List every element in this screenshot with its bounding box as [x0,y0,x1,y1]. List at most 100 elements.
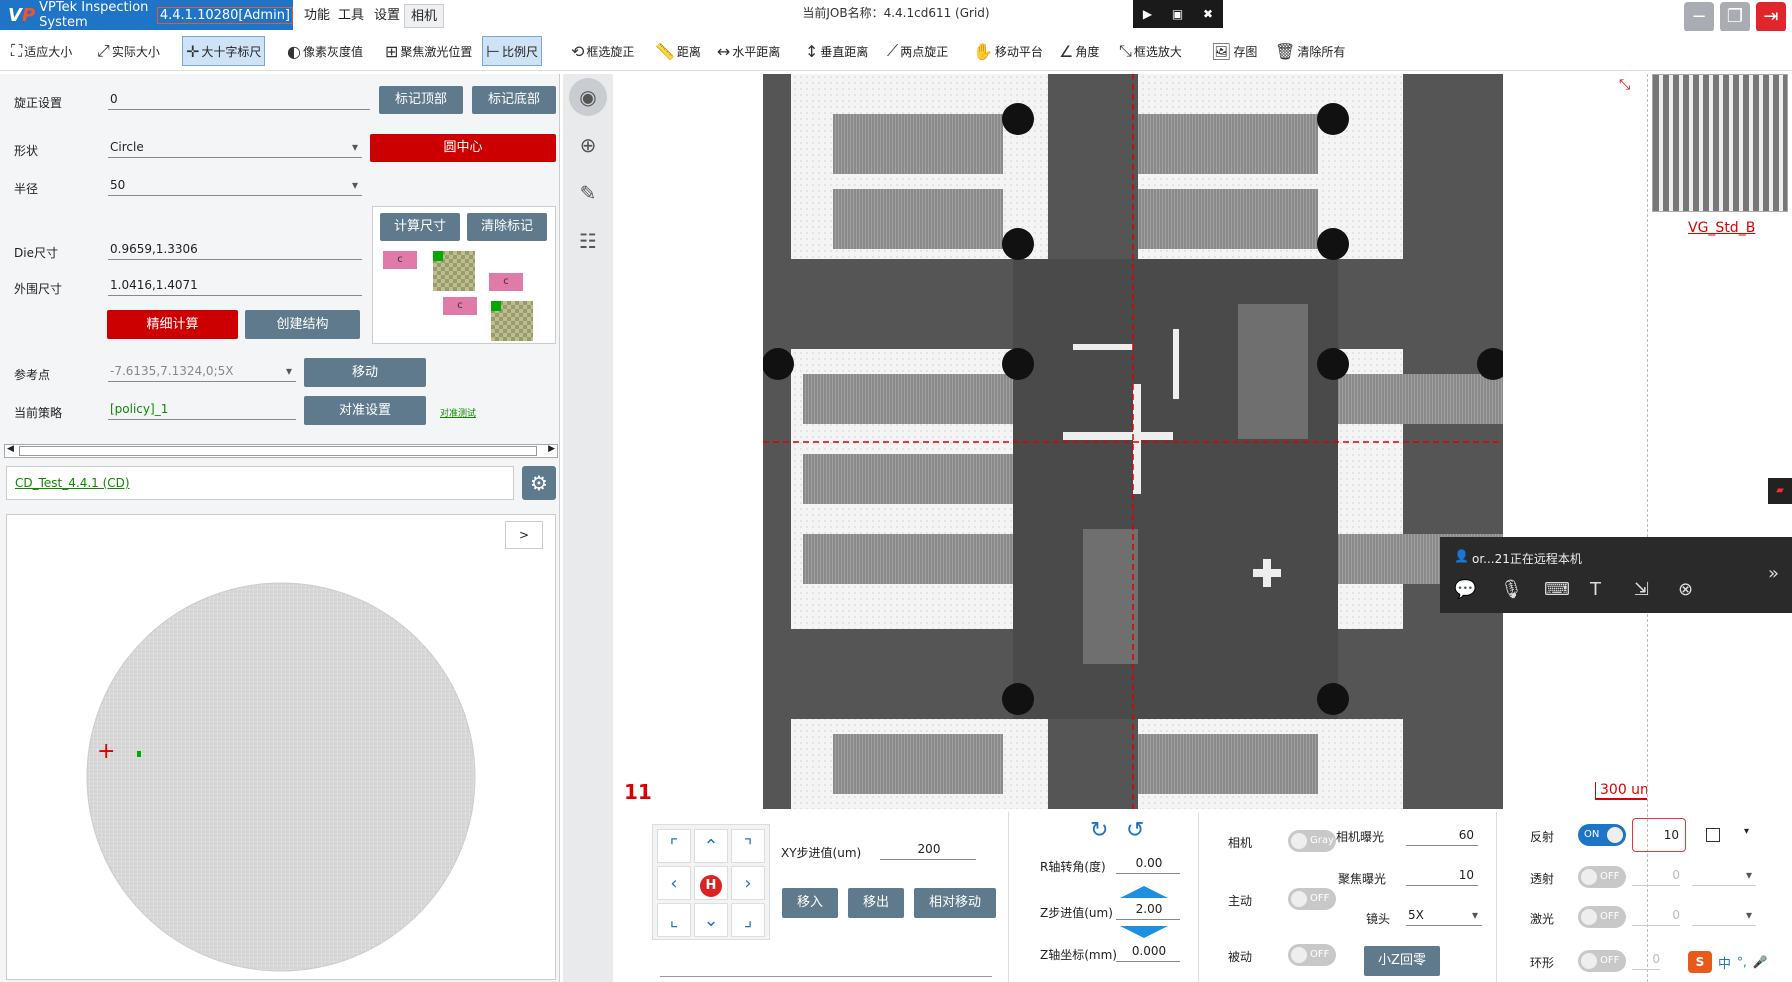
transmit-input[interactable]: 0 [1632,864,1680,886]
screen-icon[interactable]: ▣ [1172,7,1183,21]
relative-move-button[interactable]: 相对移动 [914,888,996,918]
two-point-rotate-tool[interactable]: ⟋ 两点旋正 [884,36,951,66]
keyboard-icon[interactable]: ⌨ [1544,579,1570,600]
minimize-button[interactable]: − [1684,2,1714,32]
side-flag-icon[interactable]: ▰ [1768,478,1792,504]
exit-button[interactable]: ⇥ [1756,2,1786,32]
fit-size-tool[interactable]: ⛶ 适应大小 [8,36,75,66]
recipe-link[interactable]: CD_Test_4.4.1 (CD) [15,476,130,490]
maximize-button[interactable]: ❐ [1720,2,1750,32]
transmit-select[interactable] [1692,864,1756,886]
refresh-settings-button[interactable]: ⚙ [522,466,556,500]
align-test-link[interactable]: 对准测试 [440,406,476,419]
horizontal-scrollbar[interactable]: ◀ ▶ [4,444,558,458]
up-arrow-icon[interactable]: ⌃ [694,829,728,863]
wafer-map[interactable] [81,581,481,973]
laser-input[interactable]: 0 [1632,904,1680,926]
scroll-thumb[interactable] [19,446,537,456]
outer-size-input[interactable]: 1.0416,1.4071 [108,274,362,296]
move-in-button[interactable]: 移入 [782,888,838,918]
clear-mark-button[interactable]: 清除标记 [467,213,547,241]
rotate-cw-icon[interactable]: ↺ [1126,818,1144,843]
ref-point-select[interactable]: -7.6135,7.1324,0;5X [108,360,296,382]
text-icon[interactable]: T [1590,579,1601,600]
scroll-right-icon[interactable]: ▶ [548,444,555,454]
vertical-distance-tool[interactable]: ↕ 垂直距离 [802,36,871,66]
clear-all-tool[interactable]: 🗑 清除所有 [1272,36,1348,66]
calc-size-button[interactable]: 计算尺寸 [380,213,460,241]
camera-gray-toggle[interactable]: Gray [1288,830,1336,852]
active-toggle[interactable]: OFF [1288,888,1336,910]
r-axis-input[interactable]: 0.00 [1116,852,1180,874]
xy-step-input[interactable]: 200 [880,838,976,860]
down-arrow-icon[interactable]: ⌄ [694,903,728,937]
ring-toggle[interactable]: OFF [1578,950,1626,972]
ime-chinese-mode[interactable]: 中 [1718,953,1731,972]
policy-input[interactable]: [policy]_1 [108,398,296,420]
z-step-input[interactable]: 2.00 [1116,898,1180,920]
mic-icon[interactable]: 🎙 [1500,579,1523,600]
measure-icon[interactable]: ✎ [569,174,607,212]
small-z-zero-button[interactable]: 小Z回零 [1364,946,1440,976]
scroll-left-icon[interactable]: ◀ [7,444,14,454]
right-arrow-icon[interactable]: › [731,866,765,900]
passive-toggle[interactable]: OFF [1288,944,1336,966]
down-right-icon[interactable]: ⌟ [731,903,765,937]
shape-select[interactable]: Circle [108,136,362,158]
scale-bar-tool[interactable]: ⊢ 比例尺 [482,36,542,66]
angle-tool[interactable]: ∠ 角度 [1056,36,1102,66]
transmit-toggle[interactable]: OFF [1578,866,1626,888]
move-stage-tool[interactable]: ✋ 移动平台 [970,36,1046,66]
overview-thumbnail[interactable] [1652,74,1788,212]
lens-select[interactable]: 5X [1406,904,1482,926]
reflect-color-swatch[interactable] [1706,828,1720,842]
laser-select[interactable] [1692,904,1756,926]
thumbnail-label[interactable]: VG_Std_B [1688,220,1755,236]
box-rotate-tool[interactable]: ⟲ 框选旋正 [568,36,637,66]
ring-input[interactable]: 0 [1632,948,1660,970]
actual-size-tool[interactable]: ⤢ 实际大小 [94,36,163,66]
z-up-icon[interactable] [1120,886,1168,898]
sogou-icon[interactable]: S [1688,951,1712,973]
mark-top-button[interactable]: 标记顶部 [379,86,463,114]
rotate-input[interactable]: 0 [108,88,370,110]
camera-exposure-input[interactable]: 60 [1406,824,1478,846]
reflect-toggle[interactable]: ON [1578,824,1626,846]
voice-icon[interactable]: 🎤 [1753,955,1768,969]
transfer-icon[interactable]: ⇲ [1634,579,1649,600]
move-out-button[interactable]: 移出 [848,888,904,918]
grid-sphere-icon[interactable]: ⊕ [569,126,607,164]
pixel-gray-tool[interactable]: ◐ 像素灰度值 [284,36,366,66]
wafer-list-icon[interactable]: ☷ [569,222,607,260]
radius-select[interactable]: 50 [108,174,362,196]
z-coord-input[interactable]: 0.000 [1116,940,1180,962]
down-left-icon[interactable]: ⌞ [657,903,691,937]
collapse-arrow-icon[interactable]: ⤡ [1619,77,1630,93]
distance-tool[interactable]: 📏 距离 [652,36,704,66]
chevron-down-icon[interactable]: ▾ [1744,826,1749,837]
die-size-input[interactable]: 0.9659,1.3306 [108,238,362,260]
up-right-icon[interactable]: ⌝ [731,829,765,863]
cursor-icon[interactable]: ▶ [1143,7,1152,21]
big-cross-ruler-tool[interactable]: ✛ 大十字标尺 [182,36,266,66]
focus-exposure-input[interactable]: 10 [1406,864,1478,886]
z-down-icon[interactable] [1120,926,1168,938]
rotate-ccw-icon[interactable]: ↻ [1090,818,1108,843]
reflect-input[interactable]: 10 [1632,818,1686,852]
close-icon[interactable]: ⊗ [1678,579,1693,600]
chat-icon[interactable]: 💬 [1454,579,1476,600]
mark-bottom-button[interactable]: 标记底部 [472,86,556,114]
move-button[interactable]: 移动 [304,358,426,387]
collapse-panel-icon[interactable]: » [1768,563,1779,584]
laser-toggle[interactable]: OFF [1578,906,1626,928]
camera-image[interactable] [763,74,1503,809]
home-button[interactable]: H [694,866,728,900]
circle-center-button[interactable]: 圆中心 [370,134,556,162]
align-settings-button[interactable]: 对准设置 [304,396,426,425]
expand-button[interactable]: > [505,521,543,549]
create-structure-button[interactable]: 创建结构 [245,310,360,339]
focus-laser-tool[interactable]: ⊞ 聚焦激光位置 [382,36,475,66]
fine-calc-button[interactable]: 精细计算 [107,310,238,339]
camera-icon[interactable]: ◉ [569,78,607,116]
up-left-icon[interactable]: ⌜ [657,829,691,863]
